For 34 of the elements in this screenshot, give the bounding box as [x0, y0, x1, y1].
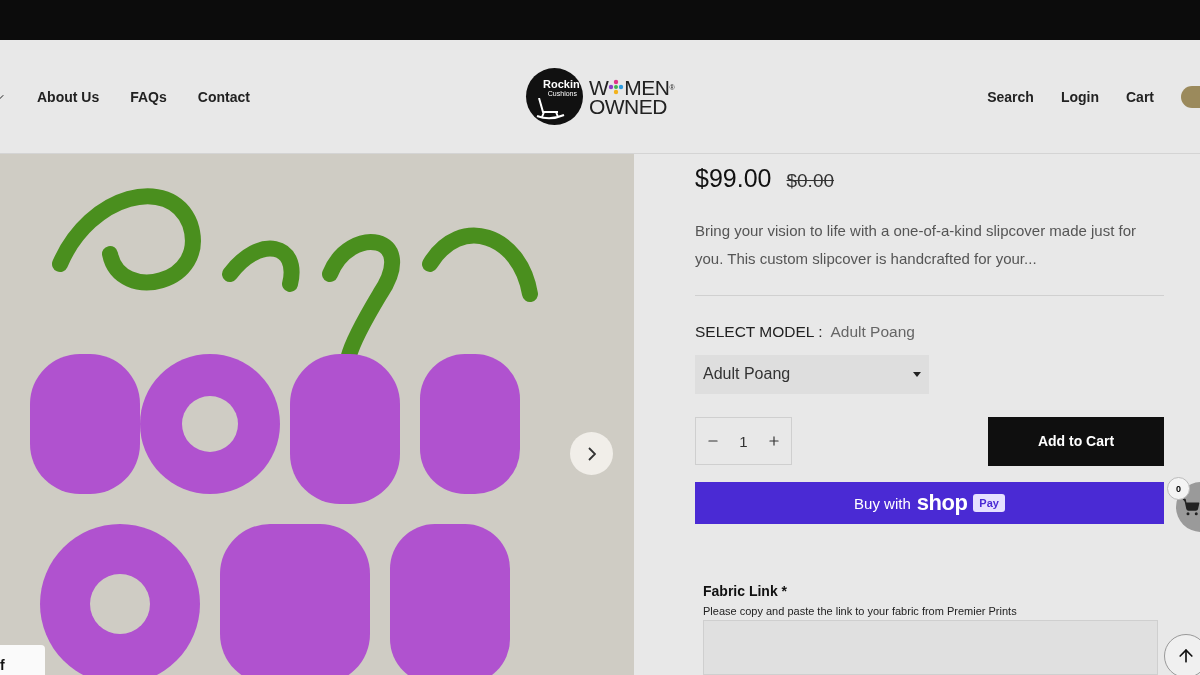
nav-link[interactable]: Cart — [1126, 88, 1154, 105]
logo-text: OWNED — [588, 96, 667, 116]
nav-link[interactable]: Contact — [197, 88, 250, 105]
option-label: SELECT MODEL : — [695, 323, 823, 341]
cart-icon — [1182, 498, 1200, 516]
model-select[interactable]: Adult Poang — [695, 355, 929, 394]
product-description: Bring your vision to life with a one-of-a-kind slipcover made just for you. This custom slipcover is handcrafted for your... — [695, 221, 1138, 269]
cart-count: 0 — [1167, 477, 1190, 500]
fabric-link-field[interactable] — [703, 620, 1158, 675]
field-help: Please copy and paste the link to your fabric from Premier Prints — [703, 605, 1018, 618]
shop-pay-button[interactable]: Buy with shop Pay — [695, 481, 1164, 525]
field-label: Fabric Link * — [703, 583, 789, 600]
price: $99.00 — [695, 164, 772, 193]
add-to-cart-button[interactable]: Add to Cart — [988, 416, 1164, 466]
pay-tag: Pay — [973, 494, 1005, 513]
nav-link[interactable]: Search — [987, 88, 1034, 105]
scroll-top-button[interactable] — [1164, 634, 1200, 675]
nav-link[interactable]: Login — [1060, 88, 1099, 105]
shop-wordmark: shop — [916, 490, 968, 517]
logo-text: W — [588, 77, 609, 97]
cart-badge[interactable] — [1181, 85, 1200, 108]
flower-icon — [608, 79, 625, 95]
option-value: Adult Poang — [830, 323, 915, 341]
quantity-stepper[interactable]: 1 — [695, 417, 792, 466]
logo-brand: Rockin — [543, 78, 580, 90]
chevron-right-icon — [587, 446, 596, 461]
side-tab[interactable]: f — [0, 645, 45, 675]
plus-icon[interactable] — [767, 434, 782, 449]
rocking-chair-icon — [535, 98, 566, 120]
caret-icon — [913, 371, 921, 377]
compare-price: $0.00 — [786, 170, 834, 192]
nav-link[interactable]: About Us — [37, 88, 100, 105]
logo-text: MEN — [624, 77, 670, 97]
nav-link[interactable]: FAQs — [130, 88, 167, 105]
